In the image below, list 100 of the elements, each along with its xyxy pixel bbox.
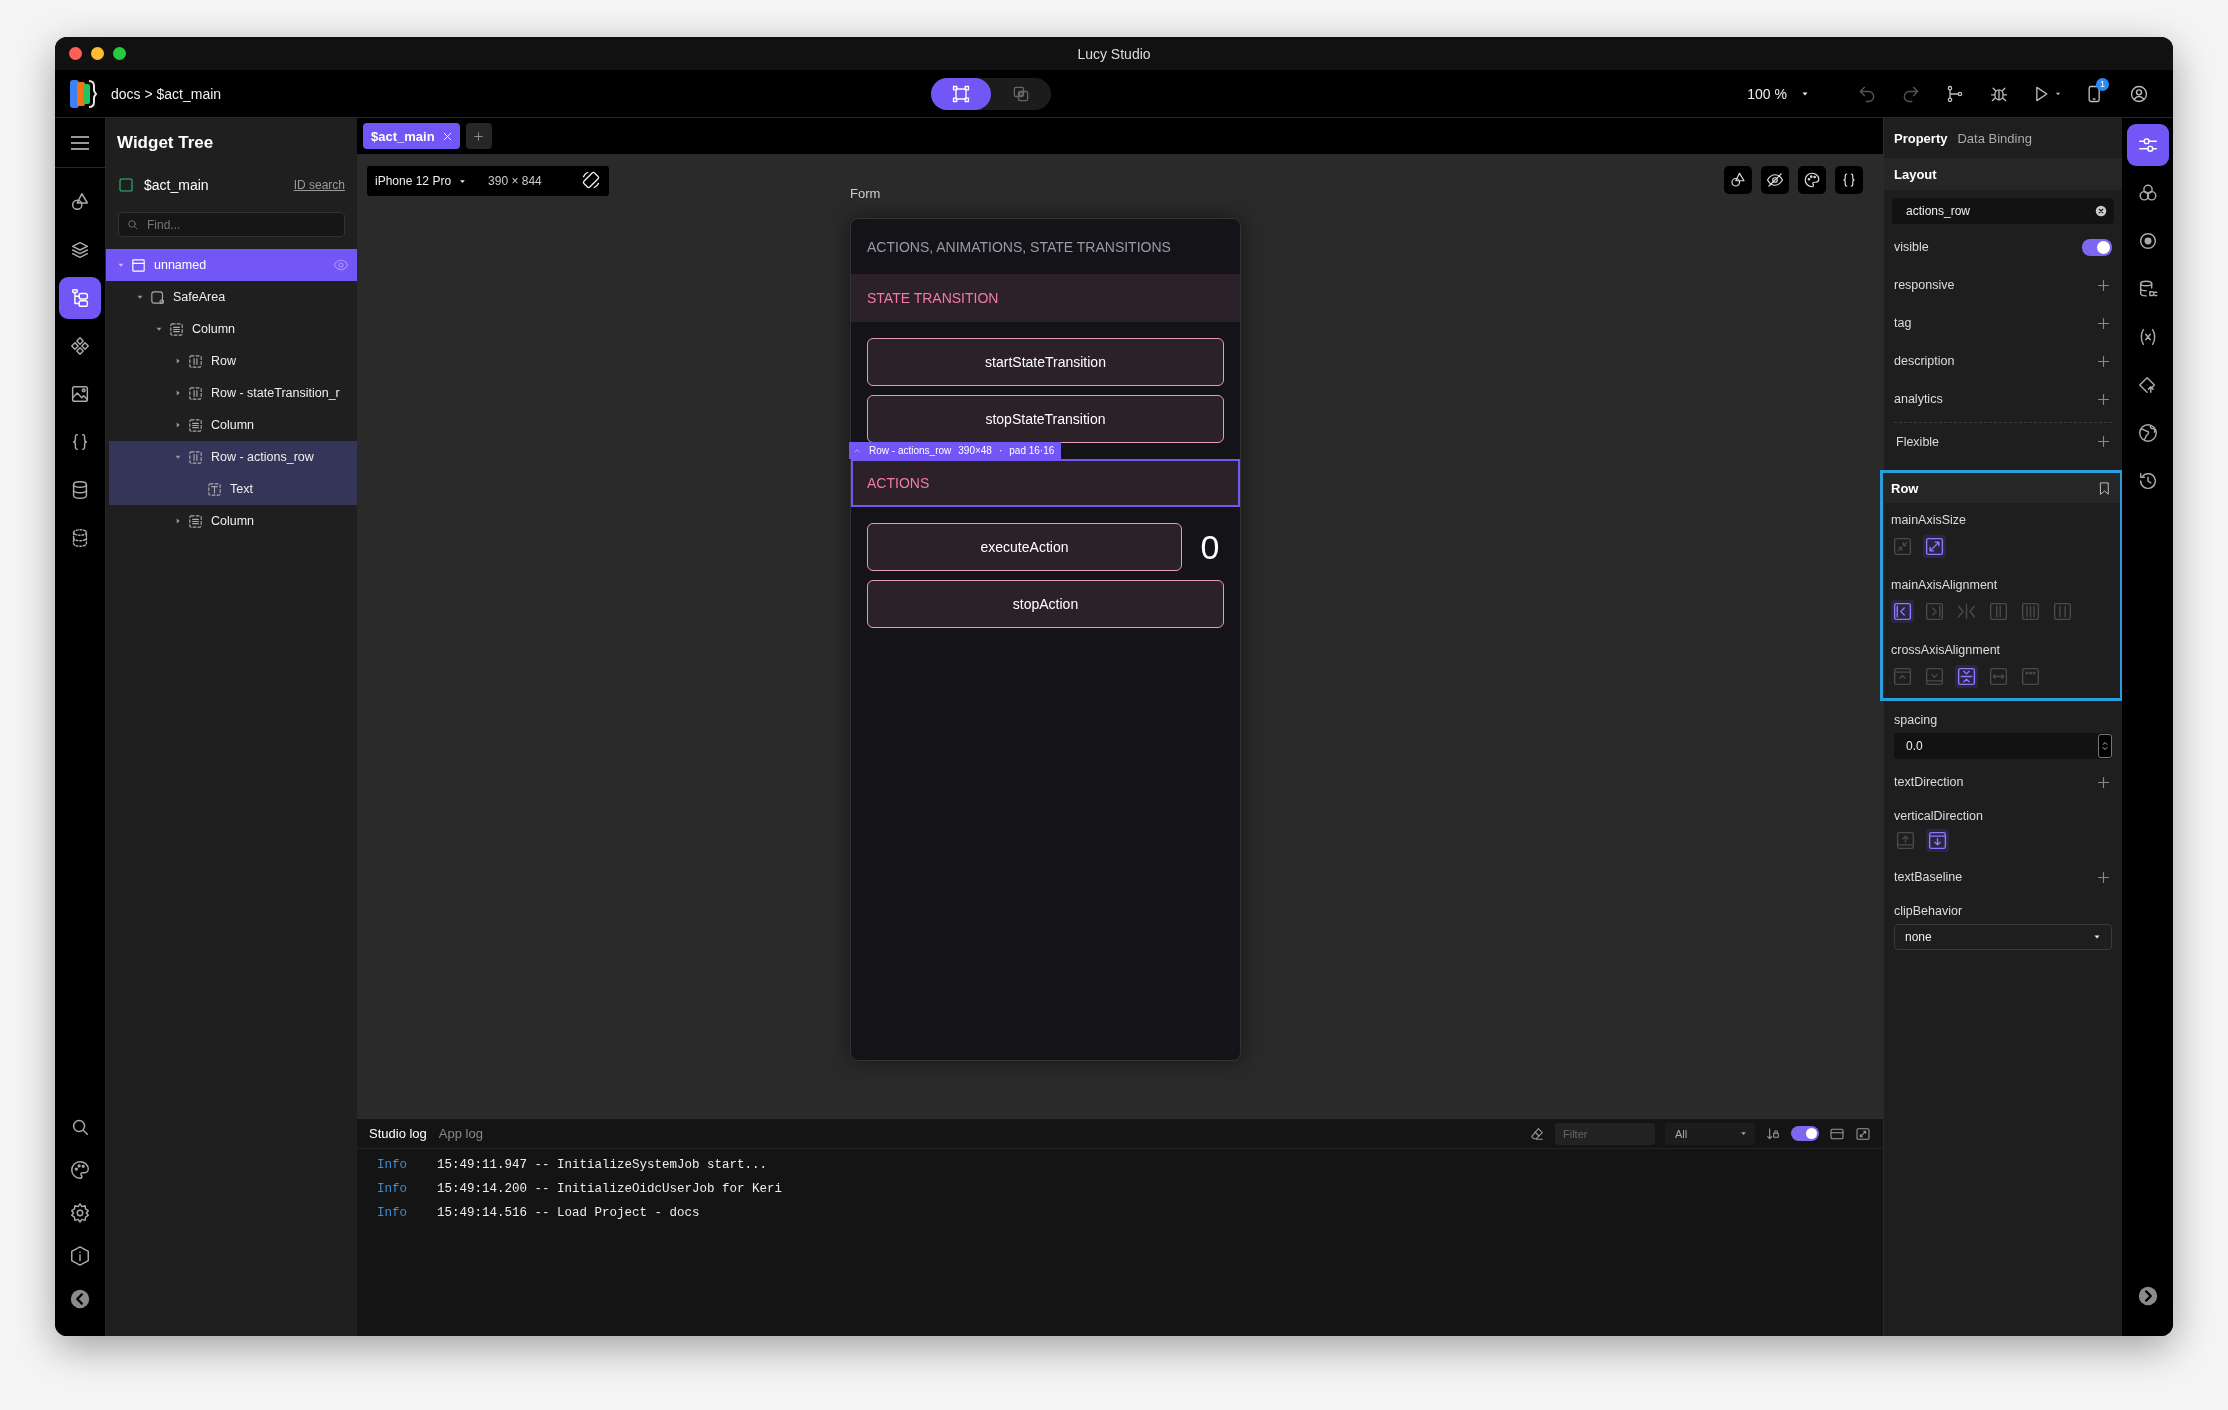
option-button[interactable] (1955, 665, 1978, 688)
eye-off-icon (1766, 171, 1784, 189)
section-header: ACTIONS (851, 459, 1240, 507)
log-tab[interactable]: Studio log (369, 1126, 427, 1141)
property-label: Flexible (1896, 434, 1940, 449)
clip-behavior-dropdown[interactable]: none (1894, 924, 2112, 950)
form-label: Form (850, 186, 881, 201)
find-field[interactable]: Find... (118, 212, 345, 237)
log-message: 15:49:11.947 -- InitializeSystemJob start... (437, 1158, 768, 1172)
shrink-icon (1892, 536, 1913, 557)
panel-tab[interactable]: Property (1894, 130, 1948, 146)
counter-value: 0 (1199, 527, 1221, 567)
tree-item[interactable]: SafeArea (106, 281, 357, 313)
row-icon (187, 384, 204, 402)
action-button[interactable]: executeAction (867, 523, 1182, 571)
minimize-button[interactable] (91, 47, 104, 60)
space-between-icon (1988, 601, 2009, 622)
property-label: textDirection (1894, 775, 1964, 789)
text-icon (206, 480, 223, 498)
log-message: 15:49:14.516 -- Load Project - docs (437, 1206, 700, 1220)
name-field[interactable]: actions_row (1892, 198, 2114, 224)
chevron-right-icon (2136, 1285, 2159, 1307)
plus-icon[interactable] (2095, 433, 2112, 450)
tree-item[interactable]: Column (106, 313, 357, 345)
option-button[interactable] (1891, 600, 1914, 623)
mode-button[interactable] (931, 77, 991, 110)
column-icon (187, 416, 204, 434)
menu-icon[interactable] (70, 135, 90, 150)
option-button[interactable] (1926, 829, 1949, 852)
align-middle-icon (1956, 666, 1977, 687)
tree-item[interactable]: unnamed (106, 249, 357, 281)
rail-button[interactable] (59, 277, 101, 319)
zoom-dropdown[interactable]: 100 % (1739, 78, 1819, 109)
close-button[interactable] (69, 47, 82, 60)
space-around-icon (2020, 601, 2041, 622)
editor-tab[interactable]: $act_main (363, 123, 460, 149)
zoom-button[interactable] (113, 47, 126, 60)
align-start-icon (1892, 601, 1913, 622)
widget-size: 390×48 (958, 445, 992, 456)
globe-icon (2136, 422, 2159, 444)
log-tab[interactable]: App log (438, 1126, 483, 1141)
layers-icon (69, 239, 91, 261)
property-label: crossAxisAlignment (1891, 643, 2002, 657)
align-top-icon (1892, 666, 1913, 687)
arrow-up-icon (1895, 830, 1916, 851)
level-dropdown[interactable]: All (1665, 1122, 1755, 1145)
property-label: description (1894, 354, 1955, 368)
tree-item[interactable]: Row - stateTransition_r (106, 377, 357, 409)
tree-item[interactable]: Column (106, 409, 357, 441)
device-dropdown[interactable]: iPhone 12 Pro (375, 174, 452, 188)
add-tab-button[interactable] (465, 123, 492, 149)
tree-item[interactable]: Column (106, 505, 357, 537)
window-title: Lucy Studio (1077, 45, 1151, 62)
option-button[interactable] (1923, 535, 1946, 558)
property-label: tag (1894, 316, 1912, 330)
align-center-icon (1956, 601, 1977, 622)
maximize-icon[interactable] (1855, 1125, 1871, 1142)
filter-field[interactable]: Filter (1555, 1122, 1655, 1145)
shapes-icon (1729, 171, 1747, 189)
widget-padding: pad 16·16 (1009, 445, 1055, 456)
panel-title: Widget Tree (117, 133, 214, 153)
canvas-tool-button[interactable] (1724, 166, 1752, 194)
screen-name: $act_main (144, 177, 209, 193)
tree-item[interactable]: Text (109, 473, 357, 505)
property-label: clipBehavior (1894, 904, 1964, 918)
section-title: Layout (1894, 166, 1937, 182)
section-header: STATE TRANSITION (851, 274, 1240, 322)
property-label: analytics (1894, 392, 1943, 406)
container-icon (130, 256, 147, 274)
eraser-icon[interactable] (1529, 1125, 1545, 1142)
canvas-tool-button[interactable] (1761, 166, 1789, 194)
action-button[interactable]: stopAction (867, 580, 1224, 628)
log-message: 15:49:14.200 -- InitializeOidcUserJob for Keri (437, 1182, 783, 1196)
panel-tab[interactable]: Data Binding (1957, 130, 2032, 146)
canvas-tool-button[interactable] (1798, 166, 1826, 194)
settings-icon (69, 1202, 91, 1224)
separator-dot: · (998, 445, 1003, 456)
diamonds-icon (69, 335, 91, 357)
action-button[interactable]: stopStateTransition (867, 395, 1224, 443)
rotate-icon[interactable] (581, 169, 601, 190)
property-label: mainAxisAlignment (1891, 578, 1999, 592)
square-icon (118, 177, 134, 193)
clear-icon[interactable] (2094, 204, 2108, 218)
align-bottom-icon (1924, 666, 1945, 687)
tree-item[interactable]: Row (106, 345, 357, 377)
canvas-tool-button[interactable] (1835, 166, 1863, 194)
property-label: mainAxisSize (1891, 513, 1968, 527)
bookmark-icon[interactable] (2097, 480, 2112, 496)
palette-icon (1803, 171, 1821, 189)
autoscroll-toggle[interactable] (1791, 1126, 1819, 1141)
action-button[interactable]: startStateTransition (867, 338, 1224, 386)
braces-icon (1840, 171, 1858, 189)
breadcrumb: docs > $act_main (111, 85, 222, 102)
id-search-link[interactable]: ID search (293, 178, 345, 192)
spacing-field[interactable]: 0.0 (1894, 733, 2112, 759)
stepper-button[interactable] (2098, 734, 2112, 758)
visible-toggle[interactable] (2082, 238, 2112, 256)
rail-button[interactable] (2126, 124, 2169, 166)
tree-item[interactable]: Row - actions_row (109, 441, 357, 473)
log-level: Info (377, 1206, 408, 1220)
